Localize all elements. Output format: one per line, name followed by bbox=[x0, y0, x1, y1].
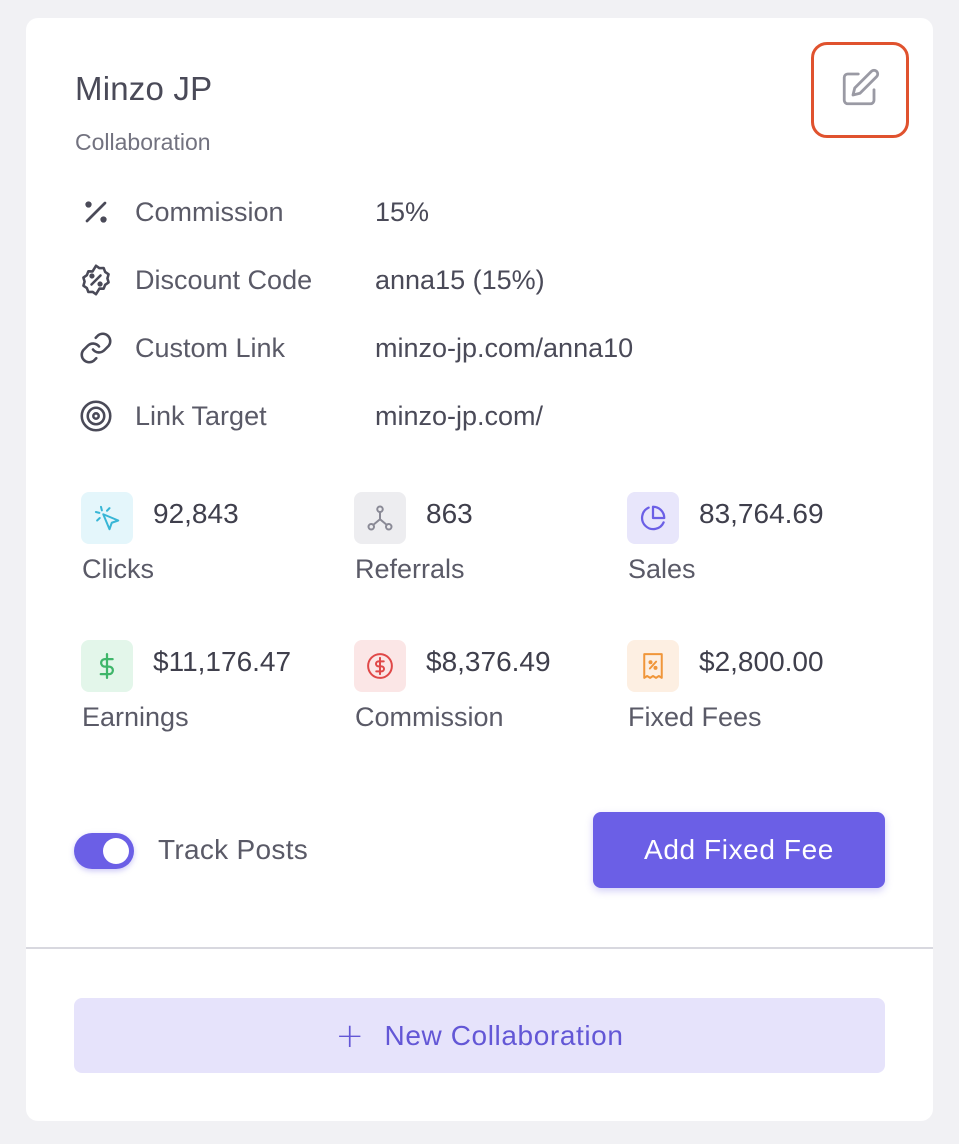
plus-icon: + bbox=[335, 1015, 365, 1056]
stat-label: Sales bbox=[628, 554, 696, 584]
stat-commission: $8,376.49 Commission bbox=[354, 640, 614, 750]
stat-earnings: $11,176.47 Earnings bbox=[81, 640, 341, 750]
network-icon bbox=[354, 492, 406, 544]
link-icon bbox=[78, 330, 114, 366]
detail-row-link-target: Link Target minzo-jp.com/ bbox=[78, 396, 543, 436]
dollar-icon bbox=[81, 640, 133, 692]
discount-badge-icon bbox=[78, 262, 114, 298]
add-fixed-fee-button[interactable]: Add Fixed Fee bbox=[593, 812, 885, 888]
detail-value: 15% bbox=[375, 196, 430, 227]
stat-value: $11,176.47 bbox=[153, 646, 292, 677]
detail-row-commission: Commission 15% bbox=[78, 192, 429, 232]
dollar-circle-icon bbox=[354, 640, 406, 692]
edit-icon bbox=[839, 67, 881, 114]
edit-button[interactable] bbox=[811, 42, 909, 138]
toggle-knob bbox=[103, 838, 129, 864]
pie-chart-icon bbox=[627, 492, 679, 544]
stat-label: Clicks bbox=[82, 554, 154, 584]
detail-value: anna15 (15%) bbox=[375, 264, 545, 295]
target-icon bbox=[78, 398, 114, 434]
track-posts-label: Track Posts bbox=[158, 834, 309, 865]
stat-clicks: 92,843 Clicks bbox=[81, 492, 341, 602]
stat-label: Commission bbox=[355, 702, 504, 732]
stat-sales: 83,764.69 Sales bbox=[627, 492, 887, 602]
detail-value: minzo-jp.com/anna10 bbox=[375, 332, 634, 363]
detail-label: Custom Link bbox=[135, 332, 286, 363]
collaboration-title: Minzo JP bbox=[75, 70, 213, 107]
stat-label: Referrals bbox=[355, 554, 465, 584]
cursor-click-icon bbox=[81, 492, 133, 544]
stat-value: $8,376.49 bbox=[426, 646, 551, 677]
detail-label: Discount Code bbox=[135, 264, 313, 295]
receipt-icon bbox=[627, 640, 679, 692]
divider bbox=[26, 947, 933, 949]
stat-value: 83,764.69 bbox=[699, 498, 824, 529]
new-collaboration-label: New Collaboration bbox=[384, 1019, 624, 1051]
detail-row-discount-code: Discount Code anna15 (15%) bbox=[78, 260, 545, 300]
detail-label: Commission bbox=[135, 196, 284, 227]
stat-referrals: 863 Referrals bbox=[354, 492, 614, 602]
detail-value: minzo-jp.com/ bbox=[375, 400, 544, 431]
stat-label: Fixed Fees bbox=[628, 702, 762, 732]
stat-value: 863 bbox=[426, 498, 473, 529]
percent-icon bbox=[78, 194, 114, 230]
stat-value: $2,800.00 bbox=[699, 646, 824, 677]
detail-row-custom-link: Custom Link minzo-jp.com/anna10 bbox=[78, 328, 633, 368]
collaboration-card: Minzo JP Collaboration Commission 15% Di… bbox=[26, 18, 933, 1121]
stat-fixed-fees: $2,800.00 Fixed Fees bbox=[627, 640, 887, 750]
stat-label: Earnings bbox=[82, 702, 189, 732]
track-posts-toggle[interactable] bbox=[74, 833, 134, 869]
collaboration-subtitle: Collaboration bbox=[75, 129, 211, 155]
new-collaboration-button[interactable]: + New Collaboration bbox=[74, 998, 885, 1073]
detail-label: Link Target bbox=[135, 400, 267, 431]
stat-value: 92,843 bbox=[153, 498, 239, 529]
